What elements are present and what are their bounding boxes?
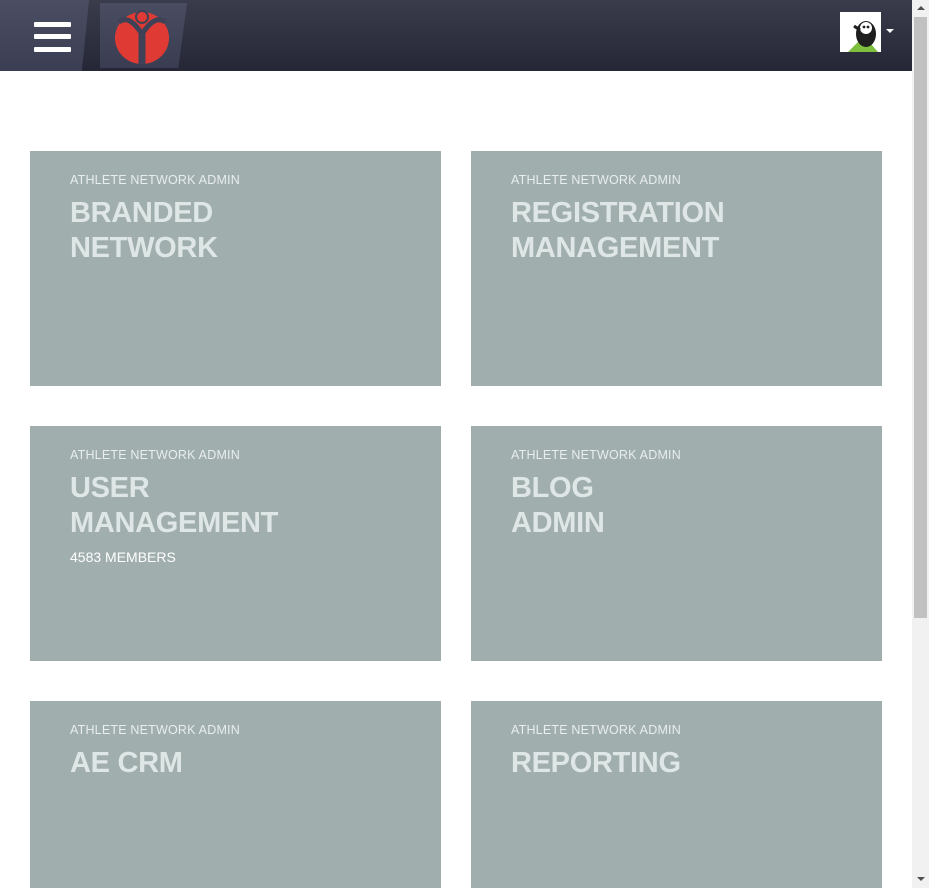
member-count: 4583 MEMBERS [70,549,176,565]
tile-eyebrow: ATHLETE NETWORK ADMIN [511,173,681,187]
tile-eyebrow: ATHLETE NETWORK ADMIN [70,448,240,462]
tile-registration-management[interactable]: ATHLETE NETWORK ADMIN REGISTRATION MANAG… [471,151,882,386]
tile-eyebrow: ATHLETE NETWORK ADMIN [70,723,240,737]
menu-button[interactable] [0,0,89,71]
page: ATHLETE NETWORK ADMIN BRANDED NETWORK AT… [0,0,929,888]
scroll-down-arrow-icon[interactable] [917,877,925,881]
tile-title: REPORTING [511,747,681,779]
tile-title: AE CRM [70,747,183,779]
tile-title: USER MANAGEMENT [70,472,279,539]
athlete-network-logo-icon [115,10,169,64]
tile-blog-admin[interactable]: ATHLETE NETWORK ADMIN BLOG ADMIN [471,426,882,661]
tile-ae-crm[interactable]: ATHLETE NETWORK ADMIN AE CRM [30,701,441,888]
caret-down-icon[interactable] [886,29,894,33]
tile-branded-network[interactable]: ATHLETE NETWORK ADMIN BRANDED NETWORK [30,151,441,386]
tile-title: REGISTRATION MANAGEMENT [511,197,725,264]
tile-eyebrow: ATHLETE NETWORK ADMIN [511,723,681,737]
tile-reporting[interactable]: ATHLETE NETWORK ADMIN REPORTING [471,701,882,888]
tile-user-management[interactable]: ATHLETE NETWORK ADMIN USER MANAGEMENT 45… [30,426,441,661]
home-logo-button[interactable] [100,3,187,68]
tile-title: BLOG ADMIN [511,472,605,539]
tile-eyebrow: ATHLETE NETWORK ADMIN [70,173,240,187]
vertical-scrollbar[interactable] [912,0,929,888]
tile-title: BRANDED NETWORK [70,197,218,264]
scrollbar-thumb[interactable] [914,17,927,618]
scroll-up-arrow-icon[interactable] [917,6,925,10]
tile-eyebrow: ATHLETE NETWORK ADMIN [511,448,681,462]
user-avatar-icon[interactable] [840,12,881,52]
hamburger-menu-icon [34,22,71,52]
top-navigation-bar [0,0,912,71]
